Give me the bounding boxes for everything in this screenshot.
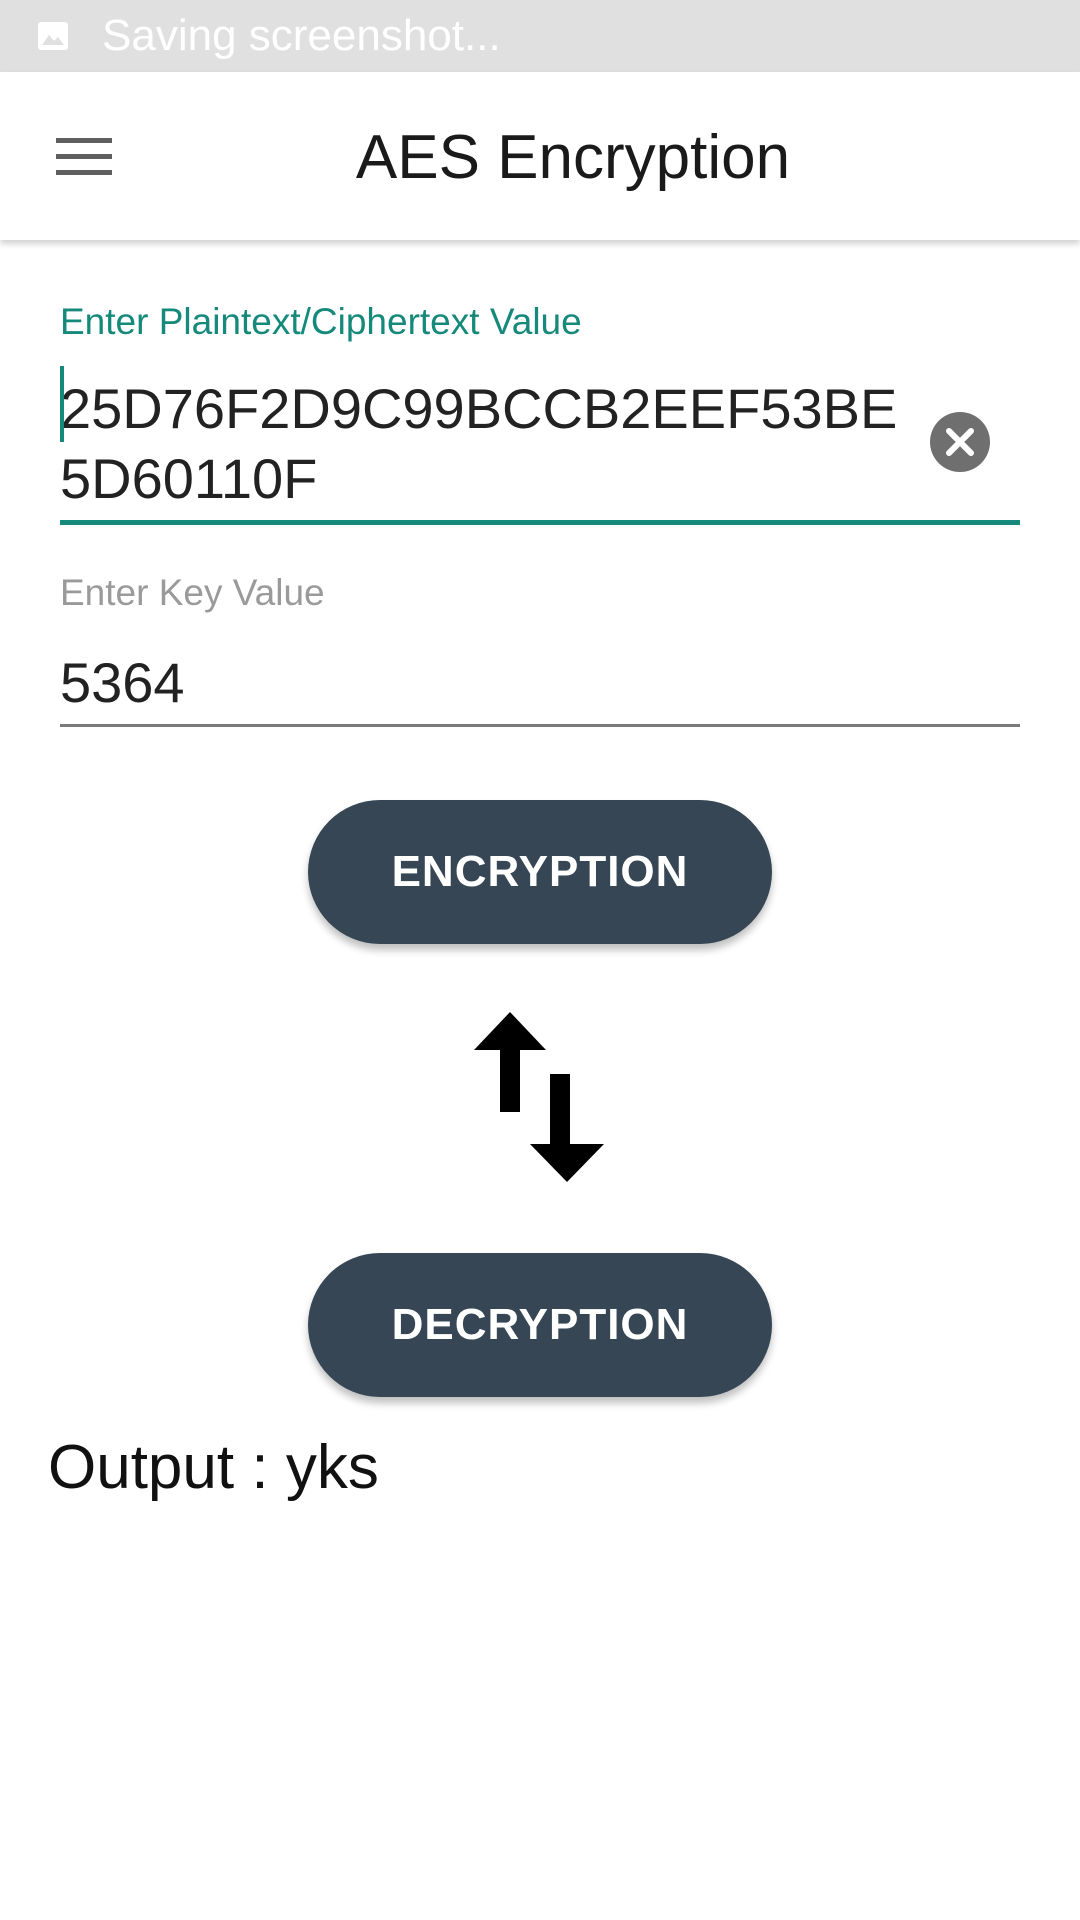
swap-vertical-icon <box>474 1012 604 1182</box>
key-underline <box>60 724 1020 727</box>
output-label: Output <box>48 1433 235 1502</box>
plaintext-underline <box>60 520 1020 525</box>
status-bar: Saving screenshot... <box>0 0 1080 72</box>
text-cursor <box>60 366 64 442</box>
plaintext-input[interactable]: 25D76F2D9C99BCCB2EEF53BE5D60110F <box>60 374 910 514</box>
key-label: Enter Key Value <box>60 572 325 613</box>
plaintext-label: Enter Plaintext/Ciphertext Value <box>60 301 582 342</box>
output-value: yks <box>285 1433 379 1502</box>
status-text: Saving screenshot... <box>102 11 501 60</box>
image-icon <box>38 22 68 50</box>
decryption-button[interactable]: DECRYPTION <box>308 1253 772 1397</box>
key-input[interactable] <box>60 646 1020 718</box>
page-title: AES Encryption <box>355 123 791 192</box>
output-line: Output : yks <box>48 1430 379 1506</box>
encryption-button[interactable]: ENCRYPTION <box>308 800 772 944</box>
clear-circle-icon <box>946 428 974 456</box>
output-separator: : <box>234 1433 286 1502</box>
clear-input-button[interactable] <box>930 412 990 472</box>
app-bar: AES Encryption <box>0 72 1080 240</box>
